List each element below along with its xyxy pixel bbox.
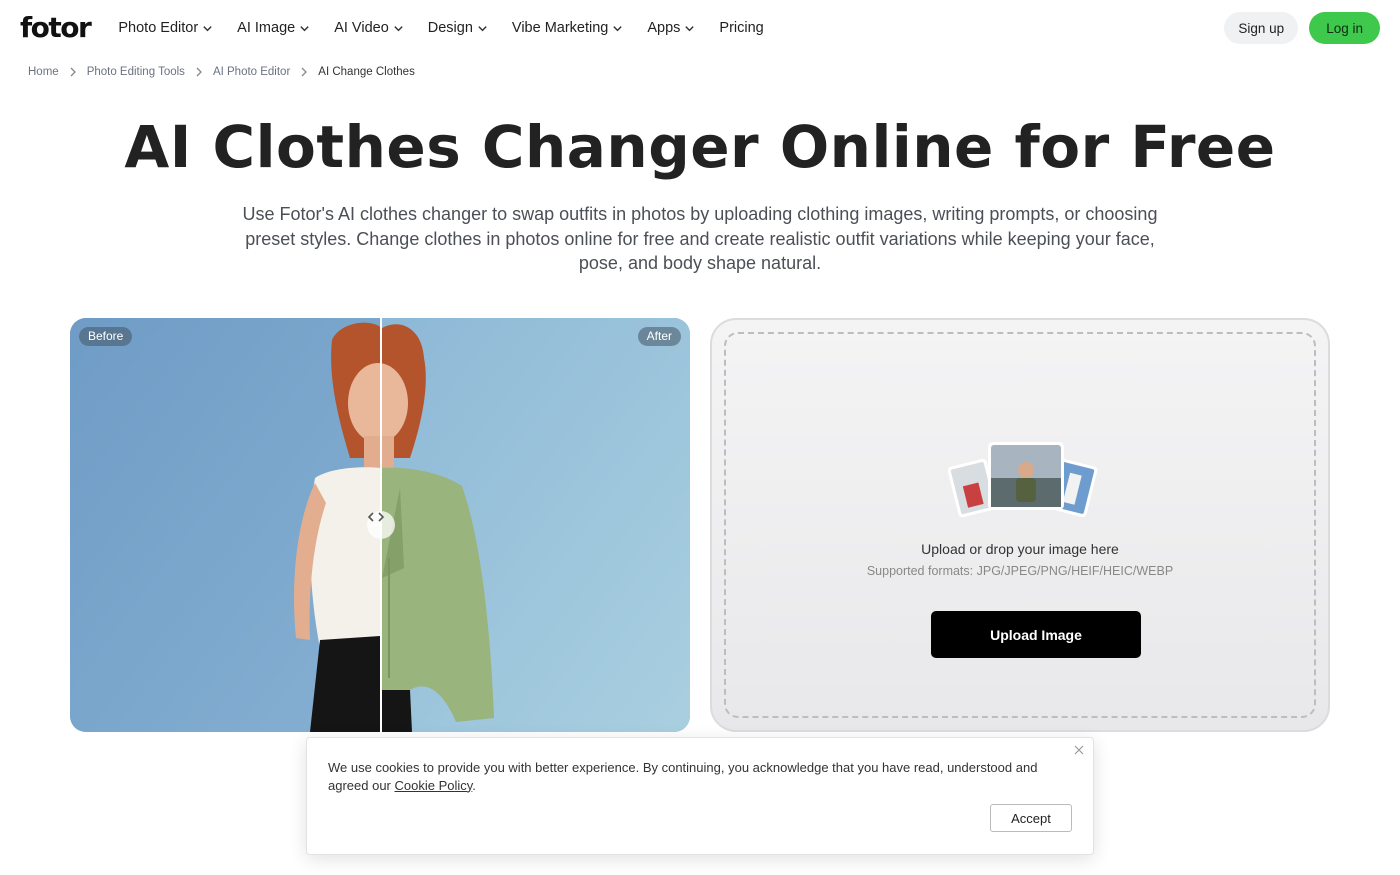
chevron-right-icon — [70, 67, 76, 77]
upload-formats: Supported formats: JPG/JPEG/PNG/HEIF/HEI… — [866, 564, 1174, 578]
chevron-right-icon — [196, 67, 202, 77]
after-label: After — [637, 327, 681, 346]
chevron-left-right-icon — [367, 512, 385, 522]
fotor-logo[interactable]: fotor — [20, 14, 92, 42]
nav-vibe-marketing-label: Vibe Marketing — [511, 20, 609, 36]
chevron-down-icon — [685, 25, 695, 31]
nav-ai-image[interactable]: AI Image — [237, 20, 310, 36]
breadcrumb: Home Photo Editing Tools AI Photo Editor… — [28, 66, 415, 78]
close-icon[interactable] — [1073, 744, 1085, 756]
slider-handle[interactable] — [367, 511, 395, 539]
nav-vibe-marketing[interactable]: Vibe Marketing — [512, 20, 623, 36]
nav-photo-editor[interactable]: Photo Editor — [118, 20, 213, 36]
nav-design[interactable]: Design — [428, 20, 488, 36]
nav-pricing-label: Pricing — [719, 20, 764, 36]
page-subtitle: Use Fotor's AI clothes changer to swap o… — [242, 204, 1158, 273]
before-label: Before — [79, 327, 133, 346]
page-title: AI Clothes Changer Online for Free — [124, 113, 1276, 181]
chevron-down-icon — [394, 25, 403, 31]
breadcrumb-ai-photo-editor[interactable]: AI Photo Editor — [213, 66, 290, 78]
accept-cookies-button[interactable]: Accept — [990, 804, 1072, 832]
nav-ai-video[interactable]: AI Video — [334, 20, 404, 36]
nav-ai-video-label: AI Video — [334, 20, 389, 36]
breadcrumb-current: AI Change Clothes — [318, 66, 415, 78]
nav-pricing[interactable]: Pricing — [719, 20, 763, 36]
before-after-slider[interactable]: Before After — [70, 318, 690, 732]
chevron-down-icon — [613, 25, 623, 31]
chevron-down-icon — [300, 25, 309, 31]
cookie-policy-link[interactable]: Cookie Policy — [395, 778, 473, 793]
sign-up-button[interactable]: Sign up — [1224, 12, 1299, 44]
nav-apps[interactable]: Apps — [647, 20, 695, 36]
main-nav: Photo Editor AI Image AI Video Design Vi… — [118, 20, 763, 36]
nav-apps-label: Apps — [647, 20, 681, 36]
chevron-right-icon — [301, 67, 308, 77]
cookie-banner: We use cookies to provide you with bette… — [306, 737, 1094, 855]
log-in-button[interactable]: Log in — [1309, 12, 1380, 44]
chevron-down-icon — [203, 25, 212, 31]
cookie-period: . — [472, 777, 476, 793]
nav-design-label: Design — [427, 20, 473, 36]
chevron-down-icon — [478, 25, 487, 31]
breadcrumb-photo-editing-tools[interactable]: Photo Editing Tools — [87, 66, 185, 78]
upload-image-button[interactable]: Upload Image — [931, 611, 1141, 658]
auth-buttons: Sign up Log in — [1224, 12, 1380, 44]
top-navbar: fotor Photo Editor AI Image AI Video Des… — [0, 0, 1400, 56]
nav-ai-image-label: AI Image — [237, 20, 296, 36]
upload-title: Upload or drop your image here — [921, 541, 1119, 557]
photo-stack-icon — [948, 442, 1098, 518]
nav-photo-editor-label: Photo Editor — [118, 20, 199, 36]
cookie-message: We use cookies to provide you with bette… — [328, 759, 1048, 794]
breadcrumb-home[interactable]: Home — [28, 66, 59, 78]
upload-dropzone[interactable]: Upload or drop your image here Supported… — [724, 332, 1316, 718]
upload-panel: Upload or drop your image here Supported… — [710, 318, 1330, 732]
